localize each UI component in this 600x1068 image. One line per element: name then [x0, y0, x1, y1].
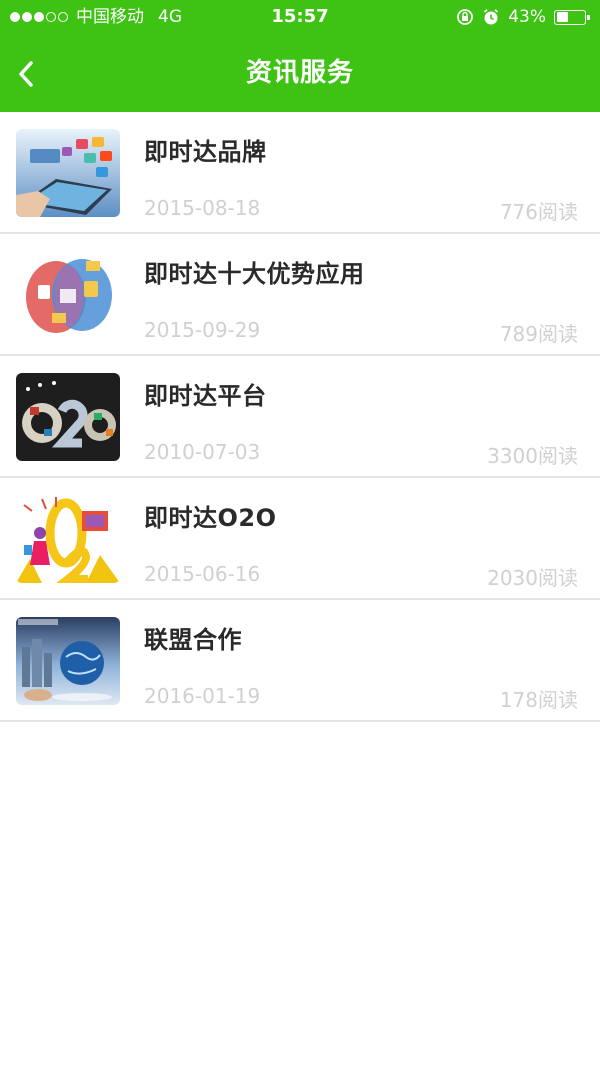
list-item[interactable]: 即时达品牌 2015-08-18 776阅读	[0, 112, 600, 234]
article-date: 2016-01-19	[144, 684, 261, 708]
article-date: 2010-07-03	[144, 440, 261, 464]
battery-icon	[554, 9, 590, 25]
article-title: 即时达品牌	[144, 138, 267, 166]
article-date: 2015-09-29	[144, 318, 261, 342]
battery-percent: 43%	[508, 7, 546, 27]
article-title: 即时达O2O	[144, 504, 277, 532]
rotation-lock-icon	[457, 9, 474, 25]
article-read-count: 178阅读	[499, 688, 578, 712]
o2o-venn-image	[16, 251, 120, 339]
chevron-left-icon	[19, 61, 33, 87]
business-globe-image	[16, 617, 120, 705]
navigation-bar: 资讯服务	[0, 34, 600, 112]
article-date: 2015-08-18	[144, 196, 261, 220]
article-read-count: 3300阅读	[487, 444, 578, 468]
alarm-icon	[484, 9, 499, 25]
status-right: 43%	[456, 0, 590, 34]
list-item[interactable]: 即时达十大优势应用 2015-09-29 789阅读	[0, 234, 600, 356]
article-date: 2015-06-16	[144, 562, 261, 586]
status-bar: 中国移动 4G 15:57 43%	[0, 0, 600, 34]
article-read-count: 776阅读	[499, 200, 578, 224]
article-list: 即时达品牌 2015-08-18 776阅读 即时达十大优势应用 2015-09…	[0, 112, 600, 722]
back-button[interactable]	[6, 52, 46, 96]
list-item[interactable]: 即时达平台 2010-07-03 3300阅读	[0, 356, 600, 478]
article-read-count: 2030阅读	[487, 566, 578, 590]
article-read-count: 789阅读	[499, 322, 578, 346]
list-item[interactable]: 即时达O2O 2015-06-16 2030阅读	[0, 478, 600, 600]
list-item[interactable]: 联盟合作 2016-01-19 178阅读	[0, 600, 600, 722]
o2o-shopping-image	[16, 495, 120, 583]
article-title: 即时达十大优势应用	[144, 260, 365, 288]
o2o-collage-image	[16, 373, 120, 461]
page-title: 资讯服务	[245, 58, 354, 88]
app-header: 中国移动 4G 15:57 43% 资讯服务	[0, 0, 600, 112]
article-title: 联盟合作	[144, 626, 242, 654]
tablet-apps-image	[16, 129, 120, 217]
article-title: 即时达平台	[144, 382, 267, 410]
